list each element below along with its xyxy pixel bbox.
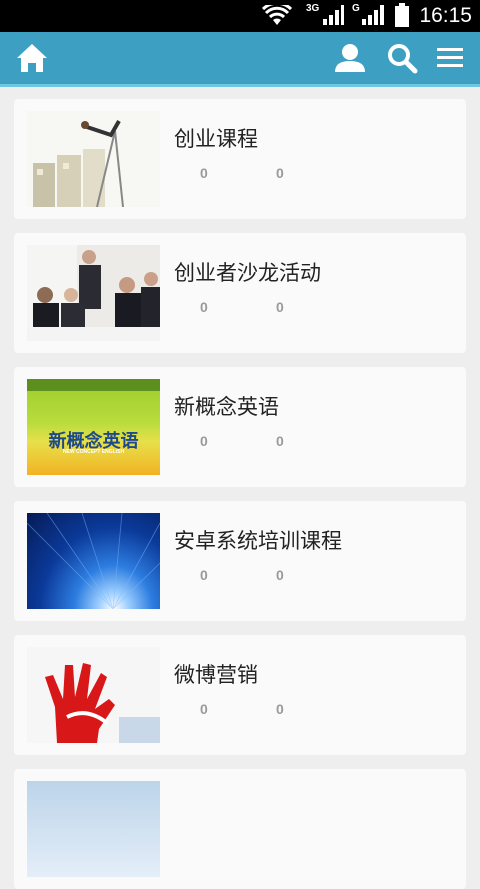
status-bar: 3G G 16:15 xyxy=(0,0,480,32)
menu-button[interactable] xyxy=(430,32,470,84)
item-stat-2: 0 xyxy=(276,433,284,449)
pole-vault-image xyxy=(27,111,160,207)
clock: 16:15 xyxy=(419,4,472,27)
item-title: 创业者沙龙活动 xyxy=(174,261,321,285)
list-item[interactable]: 创业课程 0 0 xyxy=(14,99,466,219)
list-item[interactable] xyxy=(14,769,466,889)
red-hand-image xyxy=(27,647,160,743)
item-stat-2: 0 xyxy=(276,165,284,181)
item-title: 创业课程 xyxy=(174,127,258,151)
list-item[interactable]: 安卓系统培训课程 0 0 xyxy=(14,501,466,621)
item-stat-1: 0 xyxy=(200,299,208,315)
blue-light-rays-image xyxy=(27,513,160,609)
network-type-label: 3G xyxy=(306,3,320,14)
signal-icon xyxy=(323,5,344,25)
search-button[interactable] xyxy=(382,32,422,84)
list-item[interactable]: 创业者沙龙活动 0 0 xyxy=(14,233,466,353)
item-stat-1: 0 xyxy=(200,165,208,181)
partial-item-image xyxy=(27,781,160,877)
item-stat-2: 0 xyxy=(276,299,284,315)
business-meeting-image xyxy=(27,245,160,341)
item-stat-1: 0 xyxy=(200,567,208,583)
item-stat-1: 0 xyxy=(200,701,208,717)
list-item[interactable]: 新概念英语 NEW CONCEPT ENGLISH 新概念英语 0 0 xyxy=(14,367,466,487)
home-icon xyxy=(17,44,47,72)
item-stat-2: 0 xyxy=(276,701,284,717)
item-title: 新概念英语 xyxy=(174,395,279,419)
home-button[interactable] xyxy=(10,32,54,84)
app-bar xyxy=(0,32,480,87)
search-icon xyxy=(388,44,418,74)
user-icon xyxy=(335,44,365,72)
cover-subtitle: NEW CONCEPT ENGLISH xyxy=(62,449,125,455)
battery-icon xyxy=(395,3,409,27)
network-type-label-2: G xyxy=(352,3,360,14)
new-concept-english-cover: 新概念英语 NEW CONCEPT ENGLISH xyxy=(27,379,160,475)
item-title: 安卓系统培训课程 xyxy=(174,529,342,553)
signal-icon-2 xyxy=(362,5,384,25)
menu-icon xyxy=(437,48,463,67)
list-item[interactable]: 微博营销 0 0 xyxy=(14,635,466,755)
item-stat-1: 0 xyxy=(200,433,208,449)
item-stat-2: 0 xyxy=(276,567,284,583)
item-title: 微博营销 xyxy=(174,663,258,687)
wifi-icon xyxy=(262,5,292,25)
user-button[interactable] xyxy=(330,32,370,84)
